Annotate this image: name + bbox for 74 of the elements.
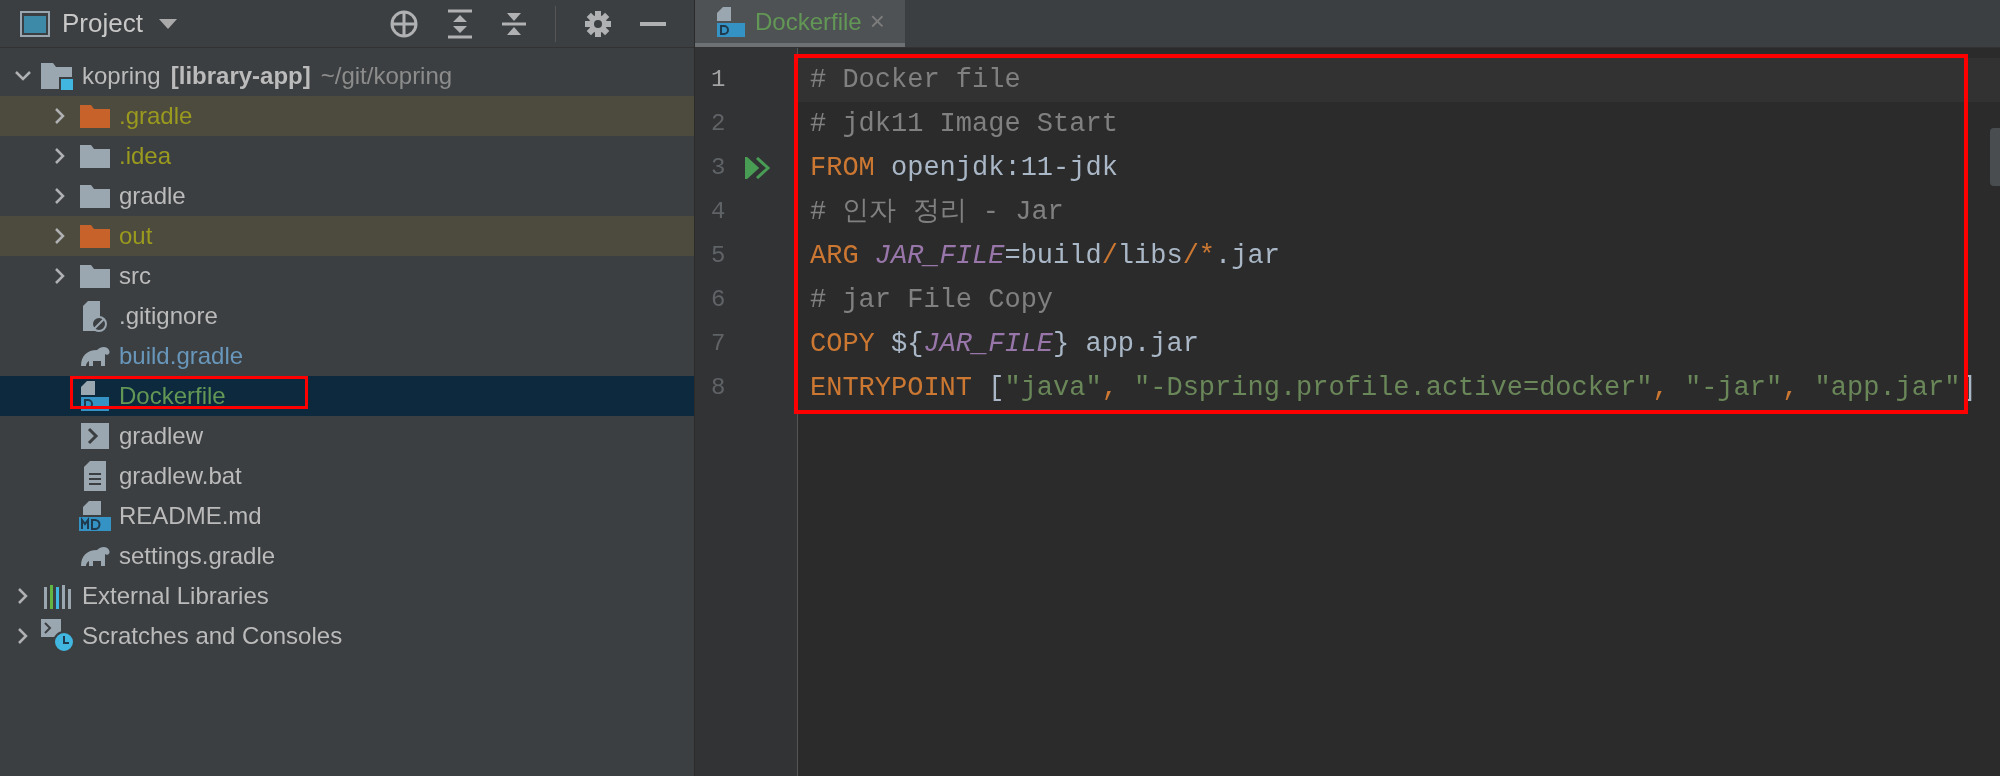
docker-file-icon xyxy=(79,380,111,412)
tree-row[interactable]: gradle xyxy=(0,176,694,216)
tree-item-label: build.gradle xyxy=(119,341,244,371)
text-file-icon xyxy=(83,460,107,492)
chevron-right-icon[interactable] xyxy=(17,627,29,645)
tree-row[interactable]: External Libraries xyxy=(0,576,694,616)
code-line: FROM openjdk:11-jdk xyxy=(810,151,1118,185)
chevron-right-icon[interactable] xyxy=(54,267,66,285)
module-name: [library-app] xyxy=(170,61,311,91)
tree-row[interactable]: src xyxy=(0,256,694,296)
project-view-dropdown[interactable]: Project xyxy=(62,4,177,43)
terminal-icon xyxy=(81,423,109,449)
dropdown-caret-icon xyxy=(158,18,177,29)
tree-row[interactable]: .gitignore xyxy=(0,296,694,336)
tree-row[interactable]: Scratches and Consoles xyxy=(0,616,694,656)
tree-row[interactable]: README.md xyxy=(0,496,694,536)
project-path: ~/git/kopring xyxy=(320,61,453,91)
tree-row[interactable]: .gradle xyxy=(0,96,694,136)
tree-row[interactable]: Dockerfile xyxy=(0,376,694,416)
folder-icon xyxy=(80,184,110,208)
chevron-down-icon[interactable] xyxy=(14,70,32,82)
line-number: 1 xyxy=(711,65,727,95)
chevron-right-icon[interactable] xyxy=(54,147,66,165)
folder-icon xyxy=(80,104,110,128)
elephant-icon xyxy=(79,544,111,568)
scratch-clock-icon xyxy=(41,619,75,653)
tree-item-label: .idea xyxy=(119,141,172,171)
module-folder-icon xyxy=(40,60,76,92)
tree-item-label: .gradle xyxy=(119,101,193,131)
expand-all-icon[interactable] xyxy=(447,8,473,39)
tree-row[interactable]: out xyxy=(0,216,694,256)
settings-icon[interactable] xyxy=(584,9,612,38)
tree-item-label: src xyxy=(119,261,151,291)
markdown-file-icon xyxy=(79,500,111,532)
tree-row[interactable]: gradlew.bat xyxy=(0,456,694,496)
tab-label: Dockerfile xyxy=(755,6,862,37)
tree-row[interactable]: gradlew xyxy=(0,416,694,456)
tree-item-label: gradle xyxy=(119,181,186,211)
library-books-icon xyxy=(44,583,72,609)
tree-item-label: External Libraries xyxy=(82,581,269,611)
code-line: # 인자 정리 - Jar xyxy=(810,195,1064,229)
scrollbar-thumb[interactable] xyxy=(1990,128,2000,186)
folder-icon xyxy=(80,264,110,288)
tree-item-label: settings.gradle xyxy=(119,541,276,571)
chevron-right-icon[interactable] xyxy=(54,187,66,205)
tree-item-label: kopring xyxy=(82,61,161,91)
tree-item-label: gradlew xyxy=(119,421,204,451)
code-line: ARG JAR_FILE=build/libs/*.jar xyxy=(810,239,1280,273)
tree-item-label: gradlew.bat xyxy=(119,461,242,491)
tree-item-label: .gitignore xyxy=(119,301,218,331)
tree-row[interactable]: kopring [library-app] ~/git/kopring xyxy=(0,56,694,96)
code-line: # jdk11 Image Start xyxy=(810,107,1118,141)
tree-item-label: Scratches and Consoles xyxy=(82,621,343,651)
elephant-icon xyxy=(79,344,111,368)
tree-row[interactable]: build.gradle xyxy=(0,336,694,376)
project-window-icon xyxy=(20,10,50,37)
chevron-right-icon[interactable] xyxy=(54,107,66,125)
chevron-right-icon[interactable] xyxy=(54,227,66,245)
code-line: COPY ${JAR_FILE} app.jar xyxy=(810,327,1199,361)
tree-item-label: out xyxy=(119,221,153,251)
code-line: # jar File Copy xyxy=(810,283,1054,317)
run-icon[interactable] xyxy=(745,157,771,179)
tree-item-label: Dockerfile xyxy=(119,381,226,411)
chevron-right-icon[interactable] xyxy=(17,587,29,605)
docker-file-icon xyxy=(715,5,747,38)
tree-row[interactable]: settings.gradle xyxy=(0,536,694,576)
folder-icon xyxy=(80,224,110,248)
code-line: # Docker file xyxy=(810,63,1021,97)
locate-icon[interactable] xyxy=(389,8,419,39)
ignored-file-icon xyxy=(82,300,108,332)
minimize-icon[interactable] xyxy=(640,20,666,27)
tree-item-label: README.md xyxy=(119,501,262,531)
tree-row[interactable]: .idea xyxy=(0,136,694,176)
folder-icon xyxy=(80,144,110,168)
